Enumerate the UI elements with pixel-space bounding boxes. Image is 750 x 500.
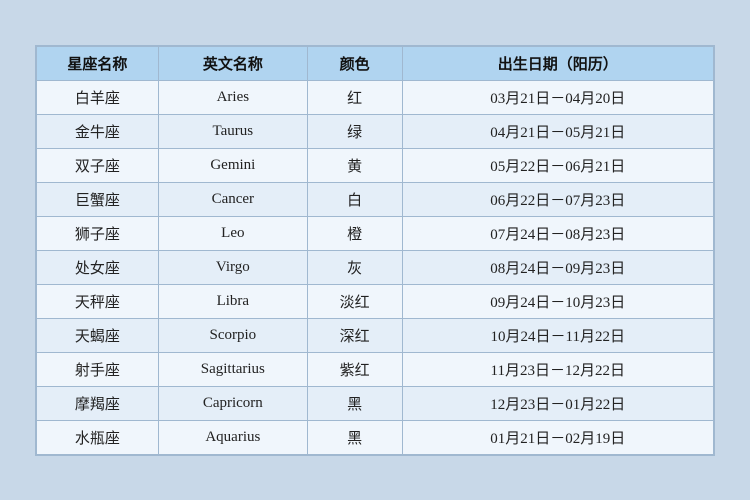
- table-header-row: 星座名称 英文名称 颜色 出生日期（阳历）: [37, 46, 714, 80]
- cell-chinese: 巨蟹座: [37, 182, 159, 216]
- cell-chinese: 天蝎座: [37, 318, 159, 352]
- cell-color: 绿: [307, 114, 402, 148]
- cell-color: 白: [307, 182, 402, 216]
- cell-color: 黑: [307, 386, 402, 420]
- cell-date: 07月24日－08月23日: [402, 216, 713, 250]
- table-row: 巨蟹座Cancer白06月22日－07月23日: [37, 182, 714, 216]
- cell-color: 灰: [307, 250, 402, 284]
- cell-english: Capricorn: [158, 386, 307, 420]
- cell-chinese: 处女座: [37, 250, 159, 284]
- cell-english: Virgo: [158, 250, 307, 284]
- table-row: 摩羯座Capricorn黑12月23日－01月22日: [37, 386, 714, 420]
- cell-english: Aries: [158, 80, 307, 114]
- table-row: 处女座Virgo灰08月24日－09月23日: [37, 250, 714, 284]
- cell-english: Leo: [158, 216, 307, 250]
- table-row: 双子座Gemini黄05月22日－06月21日: [37, 148, 714, 182]
- zodiac-table: 星座名称 英文名称 颜色 出生日期（阳历） 白羊座Aries红03月21日－04…: [36, 46, 714, 455]
- cell-date: 03月21日－04月20日: [402, 80, 713, 114]
- cell-date: 11月23日－12月22日: [402, 352, 713, 386]
- table-row: 水瓶座Aquarius黑01月21日－02月19日: [37, 420, 714, 454]
- cell-english: Cancer: [158, 182, 307, 216]
- cell-chinese: 水瓶座: [37, 420, 159, 454]
- header-date: 出生日期（阳历）: [402, 46, 713, 80]
- cell-english: Libra: [158, 284, 307, 318]
- cell-date: 08月24日－09月23日: [402, 250, 713, 284]
- cell-date: 10月24日－11月22日: [402, 318, 713, 352]
- cell-english: Scorpio: [158, 318, 307, 352]
- cell-english: Aquarius: [158, 420, 307, 454]
- cell-chinese: 射手座: [37, 352, 159, 386]
- header-english: 英文名称: [158, 46, 307, 80]
- cell-color: 紫红: [307, 352, 402, 386]
- cell-color: 深红: [307, 318, 402, 352]
- table-row: 天秤座Libra淡红09月24日－10月23日: [37, 284, 714, 318]
- cell-chinese: 摩羯座: [37, 386, 159, 420]
- cell-date: 06月22日－07月23日: [402, 182, 713, 216]
- header-color: 颜色: [307, 46, 402, 80]
- cell-date: 05月22日－06月21日: [402, 148, 713, 182]
- cell-english: Sagittarius: [158, 352, 307, 386]
- cell-color: 黄: [307, 148, 402, 182]
- zodiac-table-container: 星座名称 英文名称 颜色 出生日期（阳历） 白羊座Aries红03月21日－04…: [35, 45, 715, 456]
- cell-date: 04月21日－05月21日: [402, 114, 713, 148]
- cell-chinese: 金牛座: [37, 114, 159, 148]
- cell-date: 01月21日－02月19日: [402, 420, 713, 454]
- cell-chinese: 白羊座: [37, 80, 159, 114]
- cell-english: Gemini: [158, 148, 307, 182]
- table-row: 白羊座Aries红03月21日－04月20日: [37, 80, 714, 114]
- cell-color: 红: [307, 80, 402, 114]
- cell-english: Taurus: [158, 114, 307, 148]
- table-row: 射手座Sagittarius紫红11月23日－12月22日: [37, 352, 714, 386]
- cell-chinese: 狮子座: [37, 216, 159, 250]
- cell-color: 橙: [307, 216, 402, 250]
- cell-color: 淡红: [307, 284, 402, 318]
- cell-chinese: 天秤座: [37, 284, 159, 318]
- table-row: 金牛座Taurus绿04月21日－05月21日: [37, 114, 714, 148]
- table-row: 天蝎座Scorpio深红10月24日－11月22日: [37, 318, 714, 352]
- cell-chinese: 双子座: [37, 148, 159, 182]
- cell-date: 09月24日－10月23日: [402, 284, 713, 318]
- table-row: 狮子座Leo橙07月24日－08月23日: [37, 216, 714, 250]
- cell-date: 12月23日－01月22日: [402, 386, 713, 420]
- cell-color: 黑: [307, 420, 402, 454]
- header-chinese: 星座名称: [37, 46, 159, 80]
